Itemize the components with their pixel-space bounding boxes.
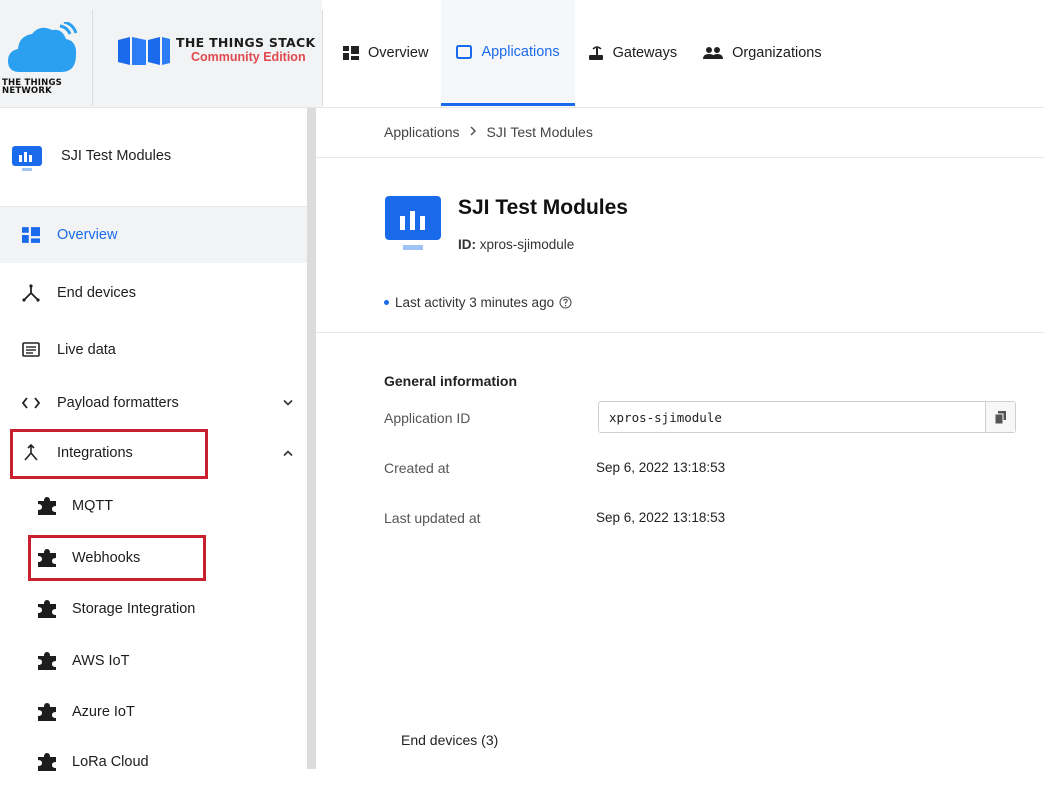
- breadcrumb-applications-link[interactable]: Applications: [384, 124, 460, 140]
- ttn-cloud-icon: [8, 22, 78, 72]
- nav-gateways-label: Gateways: [612, 45, 678, 61]
- live-data-icon: [20, 342, 42, 358]
- highlight-integrations: [10, 429, 208, 479]
- nav-applications[interactable]: Applications: [441, 0, 575, 106]
- header-divider: [322, 10, 323, 106]
- sidebar-subitem-label: MQTT: [72, 498, 114, 514]
- last-activity-text: Last activity 3 minutes ago: [395, 295, 555, 310]
- stack-edition: Community Edition: [191, 50, 306, 64]
- section-divider: [316, 332, 1044, 333]
- copy-icon: [995, 410, 1006, 424]
- top-nav: Overview Applications Gateways Organizat…: [330, 0, 835, 106]
- nav-overview-label: Overview: [368, 45, 429, 61]
- application-id-field[interactable]: xpros-sjimodule: [598, 401, 1016, 433]
- nav-organizations[interactable]: Organizations: [690, 0, 834, 106]
- puzzle-icon: [36, 652, 58, 670]
- help-icon[interactable]: [559, 296, 572, 309]
- sidebar-subitem-label: LoRa Cloud: [72, 754, 149, 770]
- highlight-webhooks: [28, 535, 206, 581]
- ttn-logo-text: THE THINGS NETWORK: [2, 78, 62, 96]
- sidebar-app-header: SJI Test Modules: [0, 108, 307, 207]
- things-stack-logo-icon[interactable]: [116, 34, 172, 68]
- application-id-value: xpros-sjimodule: [479, 237, 575, 252]
- sidebar-subitem-storage-integration[interactable]: Storage Integration: [0, 585, 307, 633]
- application-icon: [12, 146, 42, 171]
- gateway-icon: [588, 45, 604, 61]
- sidebar-item-label: Payload formatters: [57, 395, 179, 411]
- application-id-line: ID: xpros-sjimodule: [458, 237, 574, 252]
- puzzle-icon: [36, 497, 58, 515]
- overview-grid-icon: [20, 227, 42, 243]
- end-devices-section-title: End devices (3): [401, 732, 499, 748]
- sidebar-subitem-label: Storage Integration: [72, 601, 196, 617]
- chevron-up-icon[interactable]: [283, 450, 293, 457]
- last-updated-at-value: Sep 6, 2022 13:18:53: [596, 510, 726, 525]
- ttn-logo[interactable]: THE THINGS NETWORK: [0, 0, 92, 108]
- stack-title: THE THINGS STACK: [176, 35, 316, 50]
- nav-applications-label: Applications: [481, 43, 560, 60]
- sidebar-item-end-devices[interactable]: End devices: [0, 268, 307, 318]
- puzzle-icon: [36, 753, 58, 771]
- sidebar-item-label: Live data: [57, 342, 116, 358]
- application-id-field-value[interactable]: xpros-sjimodule: [609, 410, 722, 425]
- breadcrumb-current: SJI Test Modules: [486, 124, 593, 140]
- chevron-down-icon[interactable]: [283, 399, 293, 407]
- sidebar-subitem-lora-cloud[interactable]: LoRa Cloud: [0, 738, 307, 786]
- breadcrumb-divider: [316, 157, 1044, 158]
- application-window-icon: [456, 44, 473, 59]
- application-icon: [385, 196, 441, 250]
- puzzle-icon: [36, 600, 58, 618]
- breadcrumb: Applications SJI Test Modules: [384, 124, 593, 140]
- sidebar-subitem-azure-iot[interactable]: Azure IoT: [0, 688, 307, 736]
- sidebar-subitem-label: AWS IoT: [72, 653, 130, 669]
- overview-grid-icon: [343, 46, 359, 60]
- copy-button[interactable]: [985, 402, 1015, 432]
- last-activity: Last activity 3 minutes ago: [384, 295, 572, 310]
- logo-divider: [92, 10, 93, 106]
- organization-people-icon: [703, 46, 724, 60]
- sidebar-subitem-label: Azure IoT: [72, 704, 135, 720]
- created-at-value: Sep 6, 2022 13:18:53: [596, 460, 726, 475]
- application-id-field-label: Application ID: [384, 410, 471, 426]
- top-header: THE THINGS NETWORK THE THINGS STACK Comm…: [0, 0, 1044, 108]
- activity-status-dot: [384, 300, 389, 305]
- sidebar-subitem-mqtt[interactable]: MQTT: [0, 482, 307, 530]
- sidebar: SJI Test Modules Overview End devices Li…: [0, 108, 307, 771]
- nav-organizations-label: Organizations: [732, 45, 822, 61]
- sidebar-app-name: SJI Test Modules: [61, 148, 172, 164]
- page-title: SJI Test Modules: [458, 196, 628, 219]
- main-content: Applications SJI Test Modules SJI Test M…: [316, 108, 1044, 769]
- sidebar-scrollbar[interactable]: [307, 108, 316, 769]
- last-updated-at-label: Last updated at: [384, 510, 481, 526]
- sidebar-item-payload-formatters[interactable]: Payload formatters: [0, 378, 307, 428]
- sidebar-item-live-data[interactable]: Live data: [0, 325, 307, 375]
- sidebar-subitem-aws-iot[interactable]: AWS IoT: [0, 637, 307, 685]
- application-id-label: ID:: [458, 237, 476, 252]
- sidebar-item-label: End devices: [57, 285, 136, 301]
- sidebar-item-overview[interactable]: Overview: [0, 207, 307, 263]
- nav-gateways[interactable]: Gateways: [575, 0, 690, 106]
- created-at-label: Created at: [384, 460, 450, 476]
- nav-overview[interactable]: Overview: [330, 0, 441, 106]
- general-information-title: General information: [384, 373, 518, 389]
- end-devices-icon: [20, 284, 42, 302]
- code-icon: [20, 397, 42, 409]
- sidebar-item-label: Overview: [57, 227, 118, 243]
- chevron-right-icon: [469, 125, 477, 139]
- puzzle-icon: [36, 703, 58, 721]
